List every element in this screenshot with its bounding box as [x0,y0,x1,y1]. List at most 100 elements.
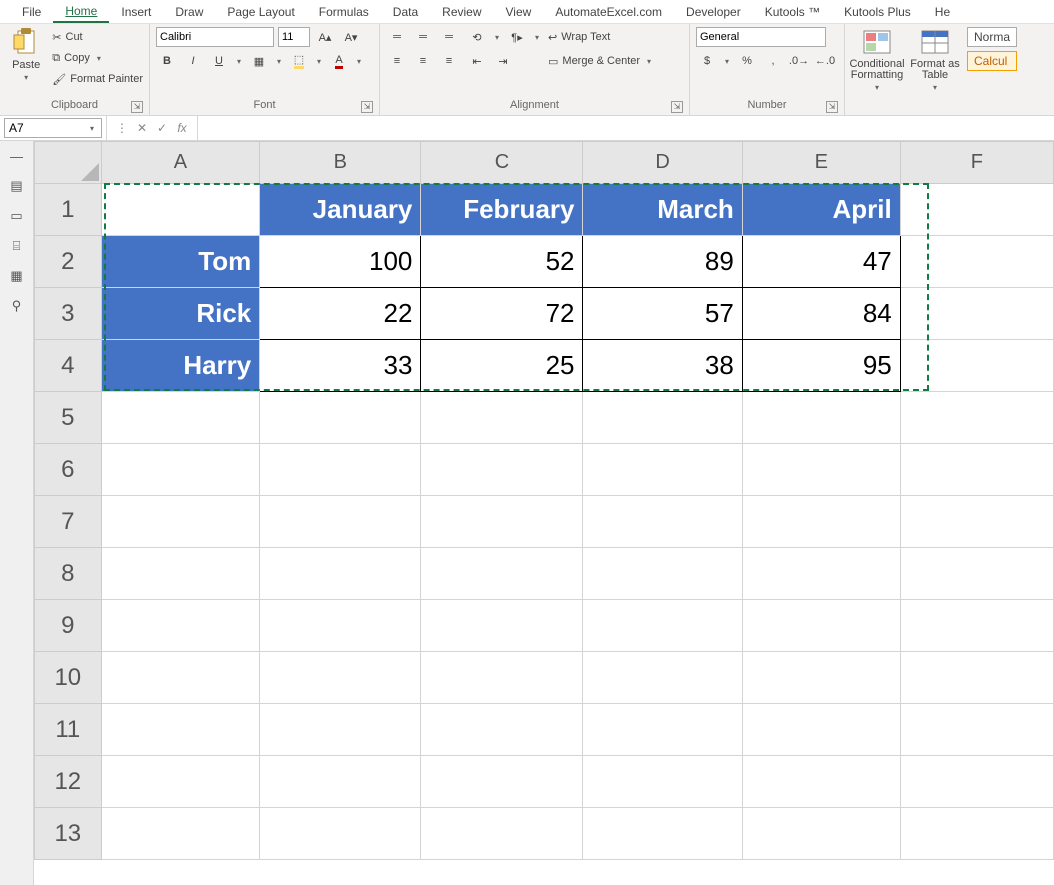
cell[interactable] [421,496,583,548]
col-header-E[interactable]: E [742,142,900,184]
row-header[interactable]: 9 [35,600,102,652]
col-header-C[interactable]: C [421,142,583,184]
cell-D4[interactable]: 38 [583,340,742,392]
borders-button[interactable]: ▦ [248,51,270,71]
sidetool-line-icon[interactable]: — [10,149,23,164]
row-header[interactable]: 7 [35,496,102,548]
decrease-decimal-icon[interactable]: ←.0 [814,51,836,71]
cell-F1[interactable] [900,184,1053,236]
cell[interactable] [101,704,260,756]
col-header-A[interactable]: A [101,142,260,184]
cell-D3[interactable]: 57 [583,288,742,340]
cell[interactable] [101,600,260,652]
align-right-icon[interactable]: ≡ [438,51,460,71]
enter-icon[interactable]: ✓ [153,121,171,135]
cell[interactable] [900,496,1053,548]
cell-A2[interactable]: Tom [101,236,260,288]
chevron-down-icon[interactable]: ▾ [722,57,732,66]
chevron-down-icon[interactable]: ▾ [274,57,284,66]
row-header[interactable]: 5 [35,392,102,444]
cell[interactable] [260,808,421,860]
conditional-formatting-button[interactable]: Conditional Formatting▾ [851,27,903,93]
align-bottom-icon[interactable]: ═ [438,27,460,47]
cell[interactable] [900,548,1053,600]
cell-A3[interactable]: Rick [101,288,260,340]
row-header[interactable]: 3 [35,288,102,340]
comma-icon[interactable]: , [762,51,784,71]
cell[interactable] [583,704,742,756]
tab-page-layout[interactable]: Page Layout [215,2,306,22]
align-top-icon[interactable]: ═ [386,27,408,47]
cell[interactable] [421,808,583,860]
sidetool-grid-icon[interactable]: ▦ [10,268,22,284]
cell[interactable] [900,652,1053,704]
row-header[interactable]: 6 [35,444,102,496]
sidetool-sheet-icon[interactable]: ▭ [10,208,22,224]
align-center-icon[interactable]: ≡ [412,51,434,71]
chevron-down-icon[interactable]: ▾ [314,57,324,66]
font-size-input[interactable] [278,27,310,47]
cell[interactable] [742,548,900,600]
row-header[interactable]: 8 [35,548,102,600]
cell[interactable] [900,600,1053,652]
cell[interactable] [583,548,742,600]
cell[interactable] [900,704,1053,756]
cell[interactable] [900,444,1053,496]
bold-button[interactable]: B [156,51,178,71]
cell[interactable] [101,392,260,444]
cell-C4[interactable]: 25 [421,340,583,392]
cell[interactable] [260,756,421,808]
chevron-down-icon[interactable]: ▾ [234,57,244,66]
dialog-launcher-icon[interactable]: ⇲ [131,101,143,113]
col-header-B[interactable]: B [260,142,421,184]
cell[interactable] [900,808,1053,860]
dialog-launcher-icon[interactable]: ⇲ [826,101,838,113]
decrease-font-icon[interactable]: A▾ [340,27,362,47]
cell-E2[interactable]: 47 [742,236,900,288]
font-name-input[interactable] [156,27,274,47]
cell-C3[interactable]: 72 [421,288,583,340]
row-header[interactable]: 11 [35,704,102,756]
fill-color-button[interactable]: ⬚ [288,51,310,71]
cell-B4[interactable]: 33 [260,340,421,392]
chevron-down-icon[interactable]: ▾ [532,33,542,42]
cell[interactable] [421,444,583,496]
sidetool-table-icon[interactable]: ▤ [10,178,22,194]
format-painter-button[interactable]: 🖌 Format Painter [52,69,143,89]
row-header[interactable]: 4 [35,340,102,392]
increase-decimal-icon[interactable]: .0→ [788,51,810,71]
number-format-input[interactable] [696,27,826,47]
cell-C2[interactable]: 52 [421,236,583,288]
cell[interactable] [260,496,421,548]
cell[interactable] [421,652,583,704]
tab-formulas[interactable]: Formulas [307,2,381,22]
spreadsheet-grid[interactable]: A B C D E F 1 January February March Apr… [34,141,1054,885]
cell-F3[interactable] [900,288,1053,340]
tab-draw[interactable]: Draw [163,2,215,22]
cell[interactable] [260,600,421,652]
italic-button[interactable]: I [182,51,204,71]
formula-bar-input[interactable] [198,118,1054,138]
dialog-launcher-icon[interactable]: ⇲ [671,101,683,113]
cell[interactable] [583,808,742,860]
sidetool-book-icon[interactable]: ⌸ [13,238,21,254]
cell[interactable] [101,444,260,496]
cell-F4[interactable] [900,340,1053,392]
cell[interactable] [101,808,260,860]
style-normal-button[interactable]: Norma [967,27,1017,47]
tab-file[interactable]: File [10,2,53,22]
cell[interactable] [260,548,421,600]
cell[interactable] [900,756,1053,808]
cell-E3[interactable]: 84 [742,288,900,340]
row-header[interactable]: 13 [35,808,102,860]
tab-developer[interactable]: Developer [674,2,753,22]
cell[interactable] [421,600,583,652]
decrease-indent-icon[interactable]: ⇤ [466,51,488,71]
sidetool-find-icon[interactable]: ⚲ [12,298,22,314]
cell[interactable] [260,444,421,496]
chevron-down-icon[interactable]: ▾ [492,33,502,42]
cell[interactable] [101,756,260,808]
tab-automateexcel[interactable]: AutomateExcel.com [543,2,674,22]
cell[interactable] [260,652,421,704]
increase-indent-icon[interactable]: ⇥ [492,51,514,71]
